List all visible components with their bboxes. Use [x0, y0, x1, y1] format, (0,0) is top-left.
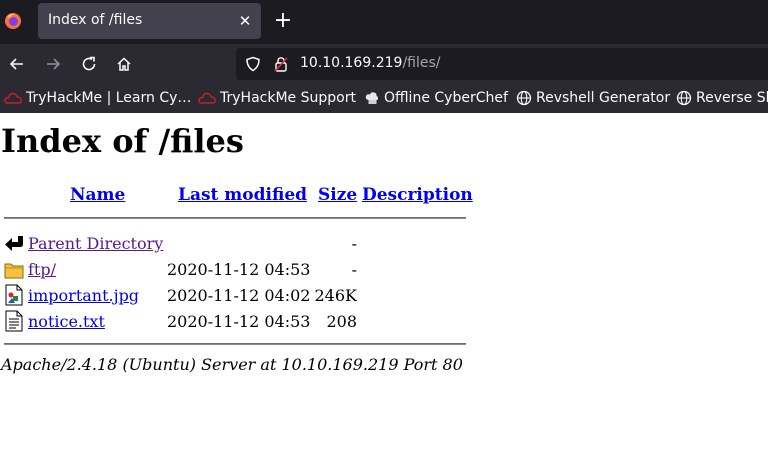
home-icon[interactable]: [110, 50, 138, 78]
parent-directory-icon: [5, 236, 23, 251]
list-item-parent-directory[interactable]: Parent Directory: [28, 234, 163, 253]
bookmark-label: TryHackMe | Learn Cy…: [26, 90, 192, 106]
url-text[interactable]: 10.10.169.219/files/: [300, 55, 441, 71]
close-tab-icon[interactable]: ✕: [235, 10, 255, 32]
chef-hat-icon: [365, 92, 379, 104]
url-host: 10.10.169.219: [300, 55, 403, 71]
file-size: 208: [326, 312, 357, 331]
server-signature: Apache/2.4.18 (Ubuntu) Server at 10.10.1…: [1, 355, 463, 374]
back-arrow-icon[interactable]: [3, 50, 31, 78]
file-size: 246K: [314, 286, 358, 305]
bookmarks-bar: TryHackMe | Learn Cy… TryHackMe Support …: [0, 84, 768, 113]
tab-title: Index of /files: [48, 12, 143, 28]
column-header-last-modified[interactable]: Last modified: [178, 185, 307, 205]
last-modified-date: 2020-11-12 04:53: [167, 260, 311, 279]
list-item-ftp[interactable]: ftp/: [28, 260, 56, 279]
globe-icon: [676, 90, 692, 106]
bookmark-offline-cyberchef[interactable]: Offline CyberChef: [364, 88, 508, 108]
list-item-important-jpg[interactable]: important.jpg: [28, 286, 139, 305]
navigation-bar: 10.10.169.219/files/: [0, 44, 768, 84]
bookmark-tryhackme-support[interactable]: TryHackMe Support: [198, 88, 356, 108]
bookmark-label: Reverse Sh: [696, 90, 768, 106]
column-header-name[interactable]: Name: [70, 185, 125, 205]
globe-icon: [516, 90, 532, 106]
column-header-description[interactable]: Description: [362, 185, 473, 205]
list-item-notice-txt[interactable]: notice.txt: [28, 312, 105, 331]
bookmark-reverse-shell[interactable]: Reverse Sh: [676, 88, 768, 108]
bookmark-label: TryHackMe Support: [220, 90, 356, 106]
column-header-size[interactable]: Size: [318, 185, 357, 205]
url-path: /files/: [402, 55, 441, 71]
tab-active[interactable]: Index of /files ✕: [38, 3, 261, 39]
page-content: Index of /files Name Last modified Size …: [0, 113, 768, 470]
insecure-lock-icon[interactable]: [272, 55, 290, 73]
bookmark-label: Offline CyberChef: [384, 90, 508, 106]
tryhackme-icon: [4, 92, 22, 104]
tab-bar: Index of /files ✕ +: [0, 0, 768, 44]
text-file-icon: [5, 310, 23, 332]
tryhackme-icon: [198, 92, 216, 104]
folder-icon: [4, 263, 24, 279]
shield-icon[interactable]: [244, 55, 262, 73]
forward-arrow-icon[interactable]: [39, 50, 67, 78]
address-bar[interactable]: 10.10.169.219/files/: [236, 48, 768, 80]
image-file-icon: [5, 284, 23, 306]
last-modified-date: 2020-11-12 04:02: [167, 286, 311, 305]
file-size: -: [351, 260, 357, 279]
bookmark-label: Revshell Generator: [536, 90, 671, 106]
page-title: Index of /files: [1, 122, 244, 160]
divider: [4, 343, 466, 345]
divider: [4, 217, 466, 219]
file-size: -: [351, 234, 357, 253]
bookmark-tryhackme-learn[interactable]: TryHackMe | Learn Cy…: [4, 88, 191, 108]
bookmark-revshell-generator[interactable]: Revshell Generator: [516, 88, 670, 108]
last-modified-date: 2020-11-12 04:53: [167, 312, 311, 331]
firefox-menu-icon[interactable]: [2, 9, 24, 33]
reload-icon[interactable]: [75, 50, 103, 78]
new-tab-icon[interactable]: +: [271, 10, 295, 34]
